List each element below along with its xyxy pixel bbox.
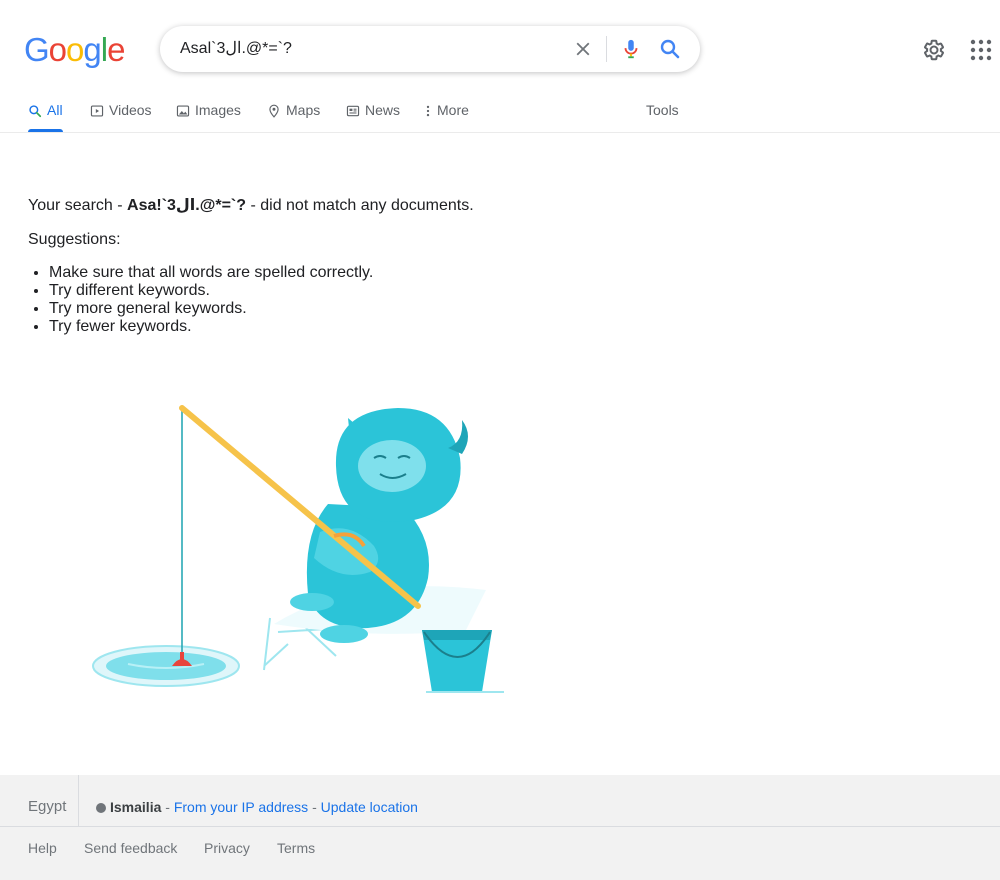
suggestion-item: Try fewer keywords. [49, 318, 373, 336]
logo-letter: o [66, 31, 84, 68]
suggestion-item: Try more general keywords. [49, 300, 373, 318]
footer-link-terms[interactable]: Terms [277, 828, 315, 868]
search-box [160, 26, 700, 72]
footer-separator: - [308, 799, 321, 815]
search-input[interactable] [180, 26, 560, 72]
suggestions-label: Suggestions: [28, 231, 121, 248]
update-location-link[interactable]: Update location [321, 799, 418, 815]
footer: Egypt Ismailia - From your IP address - … [0, 775, 1000, 880]
gear-icon[interactable] [922, 38, 946, 62]
footer-separator: - [161, 799, 174, 815]
search-icon[interactable] [658, 37, 682, 61]
search-divider [606, 36, 607, 62]
location-dot-icon [96, 803, 106, 813]
footer-location: Ismailia - From your IP address - Update… [96, 775, 418, 827]
footer-city: Ismailia [110, 799, 162, 815]
close-icon[interactable] [572, 38, 594, 60]
apps-grid-icon[interactable] [970, 39, 992, 61]
from-ip-link[interactable]: From your IP address [174, 799, 308, 815]
tab-all[interactable]: All [28, 96, 63, 132]
tab-videos[interactable]: Videos [90, 96, 152, 132]
tools-button[interactable]: Tools [646, 96, 679, 132]
tab-label: More [437, 102, 469, 118]
tab-label: Images [195, 102, 241, 118]
footer-links: Help Send feedback Privacy Terms [0, 828, 1000, 880]
footer-location-bar: Egypt Ismailia - From your IP address - … [0, 775, 1000, 827]
microphone-icon[interactable] [620, 37, 642, 61]
footer-country: Egypt [28, 775, 80, 827]
tab-images[interactable]: Images [176, 96, 241, 132]
fishing-yeti-illustration [92, 405, 504, 693]
no-results-prefix: Your search - [28, 197, 128, 214]
no-results-query: Asa!`3ال.@*=`? [127, 197, 247, 214]
logo-letter: e [107, 31, 125, 68]
logo-letter: o [48, 31, 67, 68]
logo-letter: g [83, 31, 101, 68]
tab-label: News [365, 102, 401, 118]
tab-maps[interactable]: Maps [267, 96, 320, 132]
no-results-message: Your search - Asa!`3ال.@*=`? - did not m… [28, 196, 728, 216]
search-tabs: All Videos Images Maps News More Tools [0, 96, 1000, 133]
tab-label: All [47, 102, 63, 118]
suggestion-item: Try different keywords. [49, 282, 373, 300]
map-pin-icon [269, 104, 279, 118]
tab-label: Videos [109, 102, 152, 118]
video-icon [90, 105, 104, 117]
news-icon [346, 105, 360, 117]
tab-more[interactable]: More [424, 96, 469, 132]
suggestions-list: Make sure that all words are spelled cor… [28, 264, 373, 336]
more-vert-icon [426, 105, 430, 117]
tab-news[interactable]: News [346, 96, 400, 132]
logo-letter: G [24, 31, 50, 68]
suggestion-item: Make sure that all words are spelled cor… [49, 264, 373, 282]
footer-link-privacy[interactable]: Privacy [204, 828, 250, 868]
footer-link-help[interactable]: Help [28, 828, 57, 868]
tab-label: Maps [286, 102, 321, 118]
search-icon [29, 105, 42, 118]
header: Google [0, 0, 1000, 96]
google-logo[interactable]: Google [24, 31, 125, 69]
footer-link-send-feedback[interactable]: Send feedback [84, 828, 177, 868]
no-results-suffix: - did not match any documents. [246, 197, 474, 214]
image-icon [176, 105, 190, 117]
